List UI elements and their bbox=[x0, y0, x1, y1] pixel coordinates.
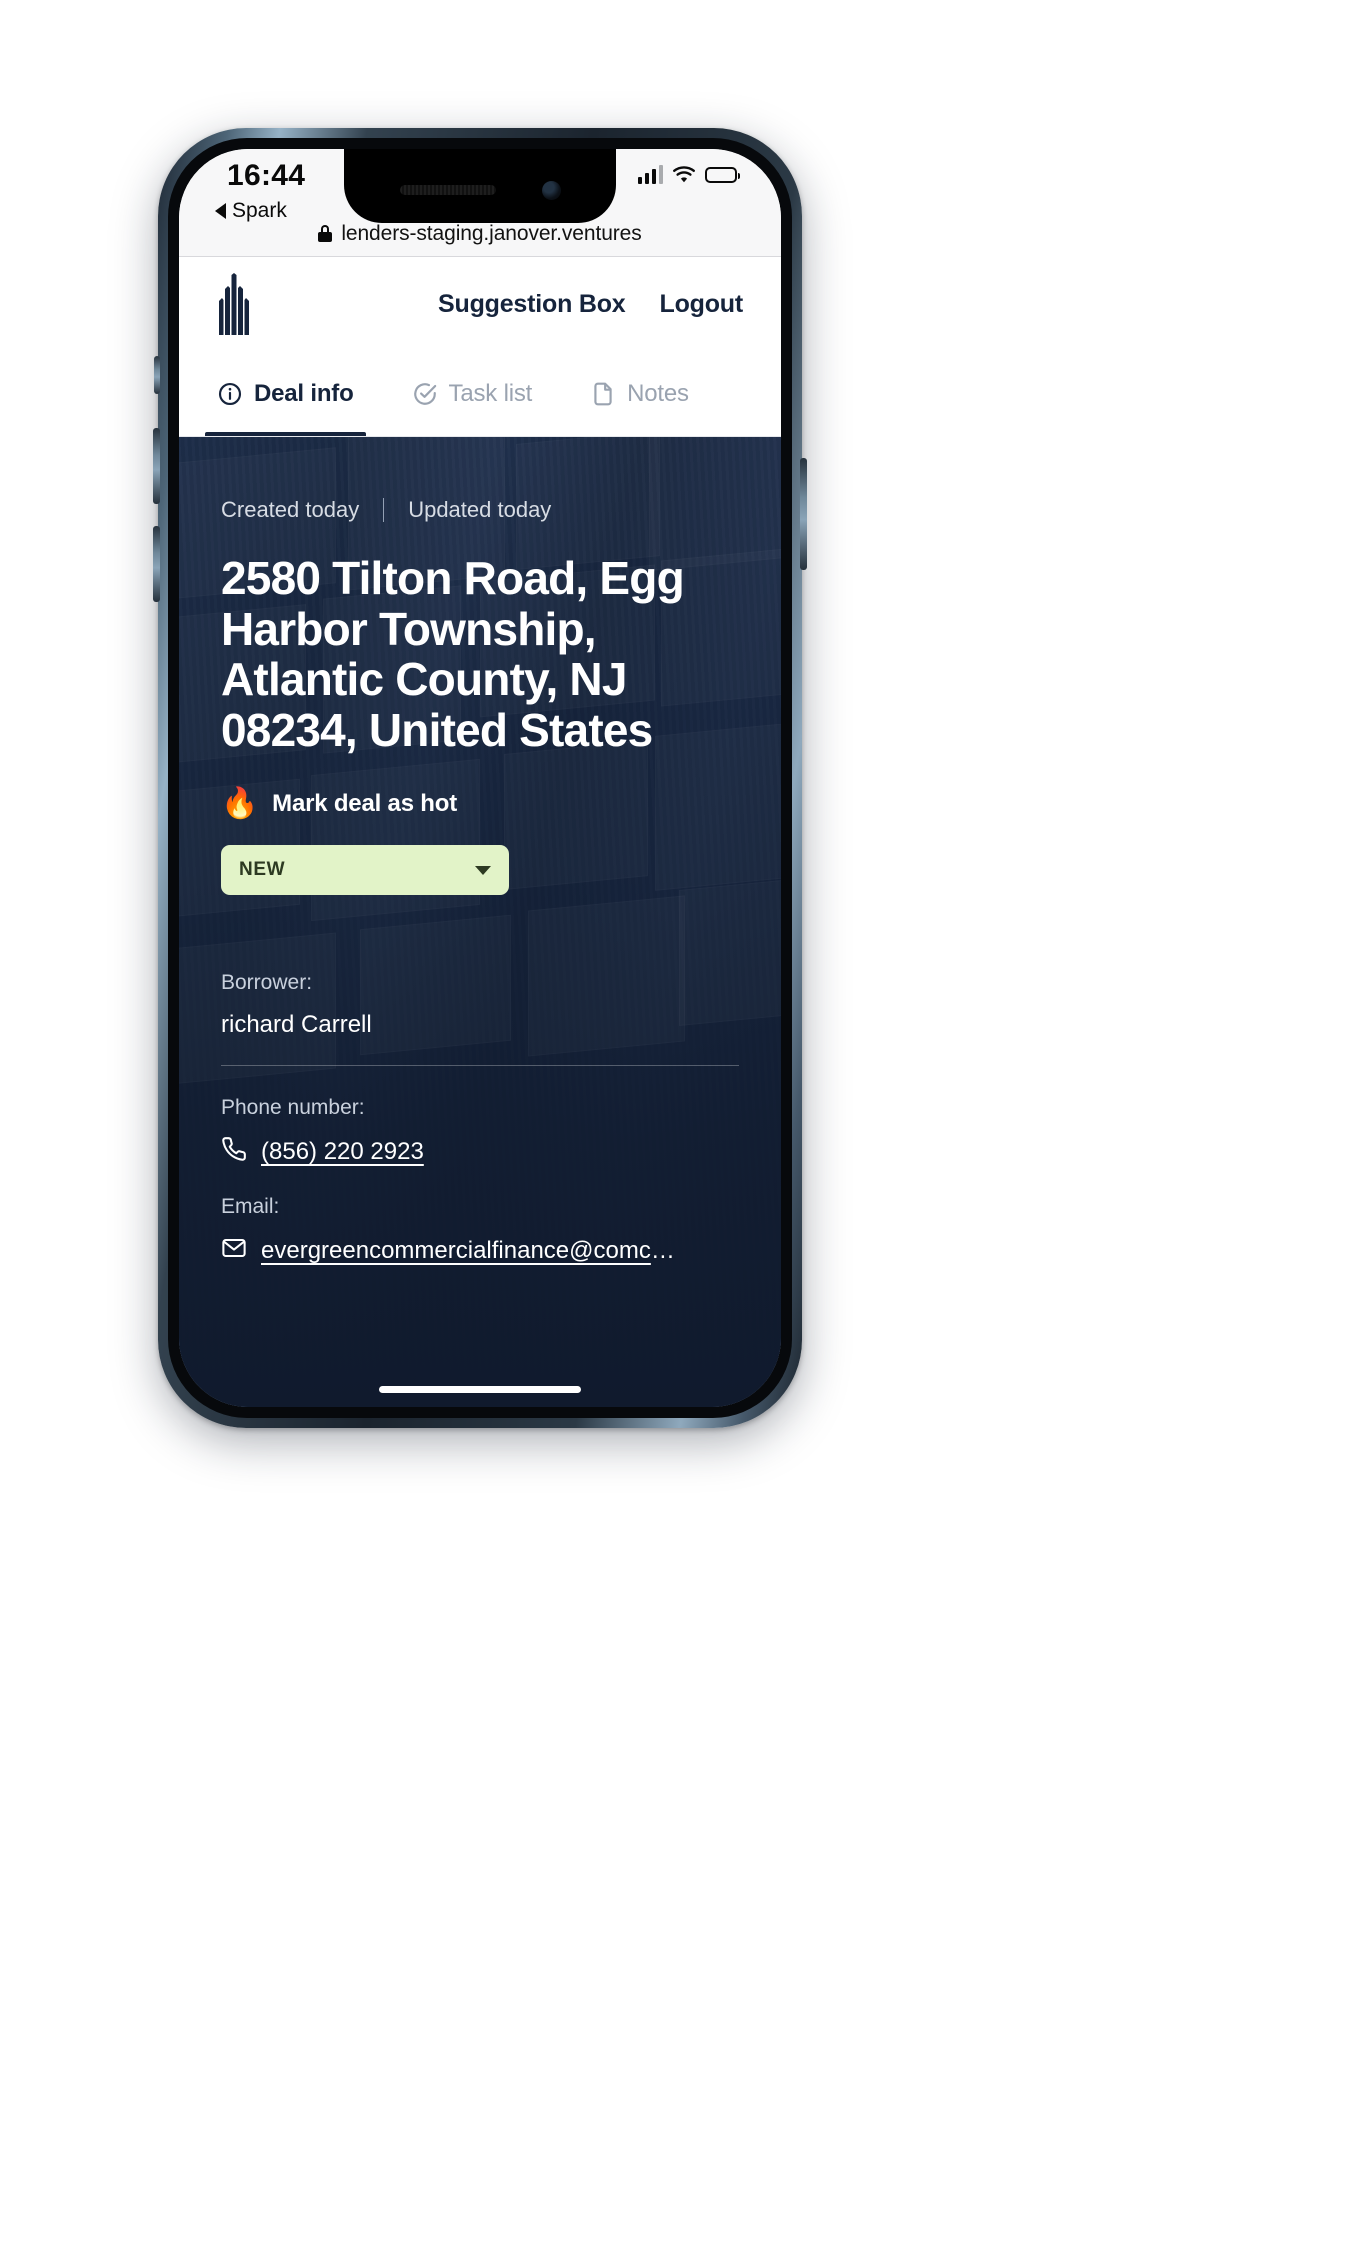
volume-down-button[interactable] bbox=[153, 526, 160, 602]
header-navigation: Suggestion Box Logout bbox=[438, 290, 743, 319]
phone-bezel: 16:44 Spark lenders-staging.janover.vent… bbox=[168, 138, 792, 1418]
suggestion-box-link[interactable]: Suggestion Box bbox=[438, 290, 626, 319]
phone-row: (856) 220 2923 bbox=[221, 1136, 739, 1167]
back-to-spark-button[interactable]: Spark bbox=[215, 199, 287, 223]
earpiece-speaker-icon bbox=[399, 185, 496, 195]
screenshot-stage: 16:44 Spark lenders-staging.janover.vent… bbox=[0, 0, 1360, 2250]
document-icon bbox=[590, 381, 616, 407]
info-circle-icon bbox=[217, 381, 243, 407]
deal-meta: Created today Updated today bbox=[221, 497, 739, 523]
battery-icon bbox=[705, 166, 740, 183]
phone-icon bbox=[221, 1136, 247, 1167]
app-header: Suggestion Box Logout bbox=[179, 257, 781, 351]
email-link[interactable]: evergreencommercialfinance@comcast.n… bbox=[261, 1237, 681, 1265]
device-notch bbox=[344, 149, 616, 223]
mark-deal-as-hot-button[interactable]: 🔥 Mark deal as hot bbox=[221, 789, 739, 819]
power-button[interactable] bbox=[800, 458, 807, 570]
status-bar: 16:44 Spark bbox=[179, 149, 781, 223]
check-circle-icon bbox=[412, 381, 438, 407]
chevron-down-icon bbox=[475, 865, 491, 875]
iphone-device-frame: 16:44 Spark lenders-staging.janover.vent… bbox=[153, 128, 807, 1428]
janover-building-logo[interactable] bbox=[217, 273, 251, 335]
status-bar-time: 16:44 bbox=[227, 159, 306, 192]
email-label: Email: bbox=[221, 1195, 280, 1219]
deal-status-select[interactable]: NEW bbox=[221, 845, 509, 896]
status-bar-indicators bbox=[637, 165, 740, 184]
tab-deal-info[interactable]: Deal info bbox=[205, 351, 366, 436]
phone-link[interactable]: (856) 220 2923 bbox=[261, 1138, 424, 1166]
caret-left-icon bbox=[215, 203, 226, 219]
logout-link[interactable]: Logout bbox=[660, 290, 744, 319]
tab-deal-info-label: Deal info bbox=[254, 379, 354, 407]
home-indicator[interactable] bbox=[379, 1386, 581, 1393]
phone-screen: 16:44 Spark lenders-staging.janover.vent… bbox=[179, 149, 781, 1407]
created-label: Created today bbox=[221, 497, 360, 522]
flame-icon: 🔥 bbox=[221, 787, 259, 821]
mute-switch[interactable] bbox=[154, 356, 160, 394]
deal-address-title: 2580 Tilton Road, Egg Harbor Township, A… bbox=[221, 552, 685, 756]
meta-divider bbox=[383, 498, 385, 522]
deal-info-panel: Created today Updated today 2580 Tilton … bbox=[179, 437, 781, 1407]
deal-content: Created today Updated today 2580 Tilton … bbox=[179, 437, 781, 1407]
envelope-icon bbox=[221, 1235, 247, 1266]
updated-label: Updated today bbox=[408, 497, 552, 522]
mark-deal-as-hot-label: Mark deal as hot bbox=[272, 790, 458, 818]
front-camera-icon bbox=[541, 180, 561, 200]
cellular-signal-icon bbox=[637, 165, 663, 184]
phone-label: Phone number: bbox=[221, 1096, 365, 1120]
email-row: evergreencommercialfinance@comcast.n… bbox=[221, 1235, 739, 1266]
deal-status-value: NEW bbox=[239, 859, 286, 881]
back-to-spark-label: Spark bbox=[232, 199, 287, 222]
lock-icon bbox=[318, 225, 333, 242]
deal-tabs: Deal info Task list Notes bbox=[179, 351, 781, 437]
tab-notes[interactable]: Notes bbox=[578, 351, 701, 436]
address-bar-url: lenders-staging.janover.ventures bbox=[341, 221, 642, 245]
section-divider bbox=[221, 1065, 739, 1067]
volume-up-button[interactable] bbox=[153, 428, 160, 504]
borrower-label: Borrower: bbox=[221, 971, 313, 995]
tab-notes-label: Notes bbox=[627, 379, 689, 407]
borrower-value: richard Carrell bbox=[221, 1011, 372, 1039]
tab-task-list[interactable]: Task list bbox=[400, 351, 545, 436]
wifi-icon bbox=[672, 165, 696, 184]
tab-task-list-label: Task list bbox=[448, 379, 533, 407]
